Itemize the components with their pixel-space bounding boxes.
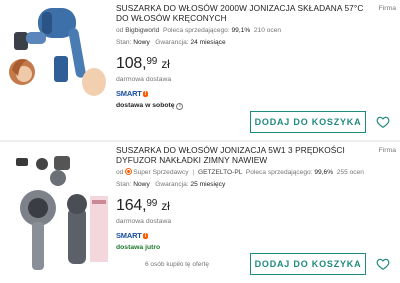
warranty-label: Gwarancja: — [155, 39, 189, 46]
firma-label: Firma — [378, 5, 396, 12]
smart-badge: SMART! — [116, 89, 149, 98]
smart-label: SMART — [116, 231, 142, 240]
super-seller-label: Super Sprzedawcy — [133, 169, 189, 176]
firma-label: Firma — [378, 147, 396, 154]
delivery-text: darmowa dostawa — [116, 76, 172, 83]
product-image[interactable] — [8, 148, 112, 278]
shipping-label: dostawa w sobotę — [116, 102, 175, 109]
recommend-value: 99,6% — [314, 169, 334, 176]
condition-line: Stan: Nowy Gwarancja: 25 miesięcy — [116, 180, 376, 189]
smart-badge: SMART! — [116, 231, 149, 240]
seller-line: od Super Sprzedawcy | GETZELTO-PL Poleca… — [116, 168, 376, 177]
seller-line: od Bigbigworld Poleca sprzedającego: 99,… — [116, 26, 376, 35]
price-cents: 99 — [146, 198, 158, 209]
listing-info: SUSZARKA DO WŁOSÓW JONIZACJA 5w1 3 PRĘDK… — [116, 145, 376, 251]
listing-title[interactable]: SUSZARKA DO WŁOSÓW JONIZACJA 5w1 3 PRĘDK… — [116, 145, 376, 165]
add-to-cart-button[interactable]: DODAJ DO KOSZYKA — [250, 111, 366, 133]
super-seller-icon — [125, 168, 133, 175]
listing-item: SUSZARKA DO WŁOSÓW 2000W JONIZACJA SKŁAD… — [0, 0, 400, 140]
warranty-value: 24 miesiące — [190, 39, 226, 46]
listing-title[interactable]: SUSZARKA DO WŁOSÓW 2000W JONIZACJA SKŁAD… — [116, 3, 376, 23]
listing-item: SUSZARKA DO WŁOSÓW JONIZACJA 5w1 3 PRĘDK… — [0, 142, 400, 283]
price: 108,99 zł — [116, 53, 376, 73]
seller-separator: | — [192, 169, 195, 176]
heart-icon[interactable] — [376, 115, 390, 129]
product-image[interactable] — [8, 2, 112, 102]
price-currency: zł — [161, 199, 170, 213]
add-to-cart-button[interactable]: DODAJ DO KOSZYKA — [250, 253, 366, 275]
price-cents: 99 — [146, 56, 158, 67]
smart-exclamation: ! — [142, 91, 149, 97]
recommend-value: 99,1% — [231, 27, 251, 34]
heart-icon[interactable] — [376, 257, 390, 271]
info-icon[interactable]: i — [176, 103, 184, 110]
shipping-time: dostawa jutro — [116, 244, 161, 251]
shipping-time: dostawa w sobotę i — [116, 102, 376, 110]
listing-info: SUSZARKA DO WŁOSÓW 2000W JONIZACJA SKŁAD… — [116, 3, 376, 110]
smart-label: SMART — [116, 89, 142, 98]
smart-exclamation: ! — [142, 233, 149, 239]
price: 164,99 zł — [116, 195, 376, 215]
warranty-value: 25 miesięcy — [190, 181, 226, 188]
warranty-label: Gwarancja: — [155, 181, 189, 188]
condition-value: Nowy — [133, 39, 150, 46]
bought-count: 6 osób kupiło tę ofertę — [145, 261, 209, 268]
seller-name[interactable]: Bigbigworld — [125, 27, 159, 34]
condition-line: Stan: Nowy Gwarancja: 24 miesiące — [116, 38, 376, 47]
recommend-label: Poleca sprzedającego: — [245, 169, 313, 176]
price-int: 108, — [116, 55, 147, 72]
delivery-text: darmowa dostawa — [116, 218, 172, 225]
seller-prefix: od — [116, 169, 124, 176]
condition-value: Nowy — [133, 181, 150, 188]
reviews-count: 255 ocen — [336, 169, 364, 176]
price-currency: zł — [161, 57, 170, 71]
condition-label: Stan: — [116, 181, 132, 188]
price-int: 164, — [116, 197, 147, 214]
seller-name[interactable]: GETZELTO-PL — [198, 169, 242, 176]
recommend-label: Poleca sprzedającego: — [162, 27, 230, 34]
condition-label: Stan: — [116, 39, 132, 46]
seller-prefix: od — [116, 27, 124, 34]
reviews-count: 210 ocen — [253, 27, 282, 34]
